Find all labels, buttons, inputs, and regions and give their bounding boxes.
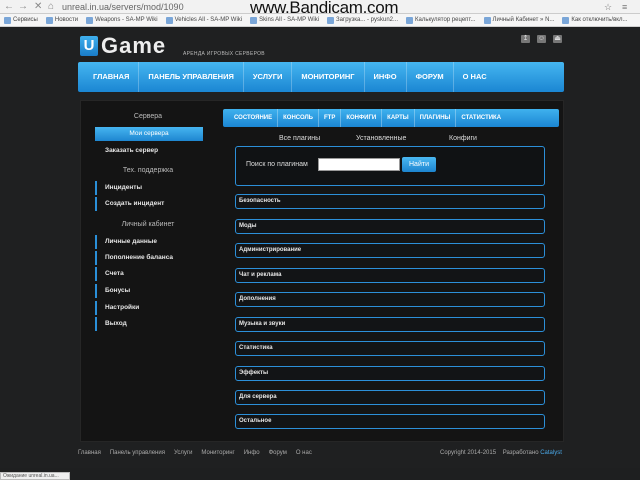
bookmark-icon (483, 16, 491, 24)
footer-link-control-panel[interactable]: Панель управления (110, 450, 165, 456)
tab-console[interactable]: КОНСОЛЬ (278, 109, 319, 127)
footer-link-about[interactable]: О нас (296, 450, 312, 456)
footer-links: Главная Панель управления Услуги Монитор… (78, 450, 312, 456)
tab-status[interactable]: СОСТОЯНИЕ (229, 109, 279, 127)
nav-monitoring[interactable]: МОНИТОРИНГ (292, 62, 365, 92)
sidebar-item-create-incident[interactable]: Создать инцидент (95, 197, 203, 211)
nav-home[interactable]: ГЛАВНАЯ (84, 62, 140, 92)
content-panel: Сервера Мои сервера Заказать сервер Тех.… (80, 100, 564, 442)
user-icon[interactable]: ☺ (537, 35, 546, 43)
browser-status: Ожидание unreal.in.ua... (0, 472, 70, 480)
category-effects[interactable]: Эффекты (235, 366, 545, 381)
sidebar-item-incidents[interactable]: Инциденты (95, 181, 203, 195)
bookmark-icon (562, 16, 570, 24)
bookmark-item[interactable]: Skins All - SA-MP Wiki (250, 16, 319, 24)
bookmark-item[interactable]: Калькулятор рецепт... (406, 16, 476, 24)
forward-icon[interactable]: → (18, 1, 28, 13)
category-statistics[interactable]: Статистика (235, 341, 545, 356)
tab-configs[interactable]: КОНФИГИ (341, 109, 383, 127)
footer-link-forum[interactable]: Форум (269, 450, 287, 456)
sidebar-item-bonuses[interactable]: Бонусы (95, 284, 203, 298)
category-music-sounds[interactable]: Музыка и звуки (235, 317, 545, 332)
logout-icon[interactable]: ⏏ (553, 35, 562, 43)
bookmark-icon (165, 16, 173, 24)
address-bar[interactable]: unreal.in.ua/servers/mod/1090 (62, 1, 184, 13)
plugin-search-input[interactable] (318, 158, 400, 171)
bookmark-item[interactable]: Weapons - SA-MP Wiki (86, 16, 158, 24)
copyright-text: Copyright 2014-2015 (440, 450, 497, 456)
browser-toolbar: ← → ✕ ⌂ unreal.in.ua/servers/mod/1090 ww… (0, 0, 640, 17)
bookmark-item[interactable]: Личный Кабинет » N... (483, 16, 554, 24)
developer-label: Разработано (502, 450, 539, 456)
footer-link-home[interactable]: Главная (78, 450, 101, 456)
nav-info[interactable]: ИНФО (365, 62, 407, 92)
nav-about[interactable]: О НАС (454, 62, 496, 92)
category-other[interactable]: Остальное (235, 414, 545, 429)
logo-text[interactable]: Game (101, 33, 166, 59)
star-icon[interactable]: ☆ (604, 2, 612, 13)
sidebar-item-logout[interactable]: Выход (95, 317, 203, 331)
back-icon[interactable]: ← (4, 1, 14, 13)
search-button[interactable]: Найти (402, 157, 436, 172)
category-chat-ads[interactable]: Чат и реклама (235, 268, 545, 283)
apps-icon (4, 16, 11, 24)
bookmark-icon (45, 16, 53, 24)
stop-icon[interactable]: ✕ (34, 1, 42, 13)
tab-plugins[interactable]: ПЛАГИНЫ (415, 109, 457, 127)
tab-ftp[interactable]: FTP (319, 109, 342, 127)
sidebar-heading-servers: Сервера (133, 113, 163, 120)
server-tabs: СОСТОЯНИЕ КОНСОЛЬ FTP КОНФИГИ КАРТЫ ПЛАГ… (223, 109, 559, 127)
menu-icon[interactable]: ≡ (622, 2, 627, 12)
developer-link[interactable]: Catalyst (540, 450, 562, 456)
category-for-server[interactable]: Для сервера (235, 390, 545, 405)
nav-forum[interactable]: ФОРУМ (407, 62, 454, 92)
plugin-search-panel: Поиск по плагинам Найти (235, 146, 545, 186)
category-addons[interactable]: Дополнения (235, 292, 545, 307)
bookmark-item[interactable]: Как отключить/вкл... (562, 16, 627, 24)
home-icon[interactable]: ⌂ (48, 1, 54, 13)
bookmark-icon (86, 16, 94, 24)
category-administration[interactable]: Администрирование (235, 243, 545, 258)
bookmark-icon (406, 16, 413, 24)
sidebar-item-my-servers[interactable]: Мои сервера (95, 127, 203, 141)
main-nav: ГЛАВНАЯ ПАНЕЛЬ УПРАВЛЕНИЯ УСЛУГИ МОНИТОР… (78, 62, 564, 92)
footer-link-monitoring[interactable]: Мониторинг (201, 450, 234, 456)
bookmark-icon (327, 16, 335, 24)
copyright: Copyright 2014-2015 Разработано Catalyst (440, 450, 562, 456)
logo-mark[interactable]: U (80, 36, 98, 56)
tab-statistics[interactable]: СТАТИСТИКА (456, 109, 506, 127)
tab-maps[interactable]: КАРТЫ (382, 109, 415, 127)
page: U Game АРЕНДА ИГРОВЫХ СЕРВЕРОВ ↥ ☺ ⏏ ГЛА… (0, 28, 640, 468)
sidebar-item-top-up[interactable]: Пополнение баланса (95, 251, 203, 265)
subtab-installed[interactable]: Установленные (356, 135, 406, 142)
search-label: Поиск по плагинам (246, 161, 308, 168)
upload-icon[interactable]: ↥ (521, 35, 530, 43)
sidebar-heading-account: Личный кабинет (121, 221, 175, 228)
category-mods[interactable]: Моды (235, 219, 545, 234)
subtab-configs[interactable]: Конфиги (449, 135, 477, 142)
bookmark-item[interactable]: Сервисы (4, 16, 38, 24)
tagline: АРЕНДА ИГРОВЫХ СЕРВЕРОВ (183, 51, 265, 57)
bookmark-item[interactable]: Загрузка... - pyskun2... (327, 16, 398, 24)
bookmark-icon (250, 16, 258, 24)
nav-services[interactable]: УСЛУГИ (244, 62, 293, 92)
sidebar-item-personal-data[interactable]: Личные данные (95, 235, 203, 249)
sidebar-item-settings[interactable]: Настройки (95, 301, 203, 315)
sidebar-heading-support: Тех. поддержка (122, 167, 174, 174)
footer-link-services[interactable]: Услуги (174, 450, 192, 456)
sidebar-item-invoices[interactable]: Счета (95, 267, 203, 281)
category-security[interactable]: Безопасность (235, 194, 545, 209)
bookmark-item[interactable]: Новости (45, 16, 78, 24)
footer-link-info[interactable]: Инфо (244, 450, 260, 456)
subtab-all-plugins[interactable]: Все плагины (279, 135, 320, 142)
sidebar-item-order-server[interactable]: Заказать сервер (95, 144, 203, 158)
nav-control-panel[interactable]: ПАНЕЛЬ УПРАВЛЕНИЯ (139, 62, 244, 92)
bookmarks-bar: Сервисы Новости Weapons - SA-MP Wiki Veh… (0, 14, 640, 27)
bookmark-item[interactable]: Vehicles All - SA-MP Wiki (165, 16, 242, 24)
